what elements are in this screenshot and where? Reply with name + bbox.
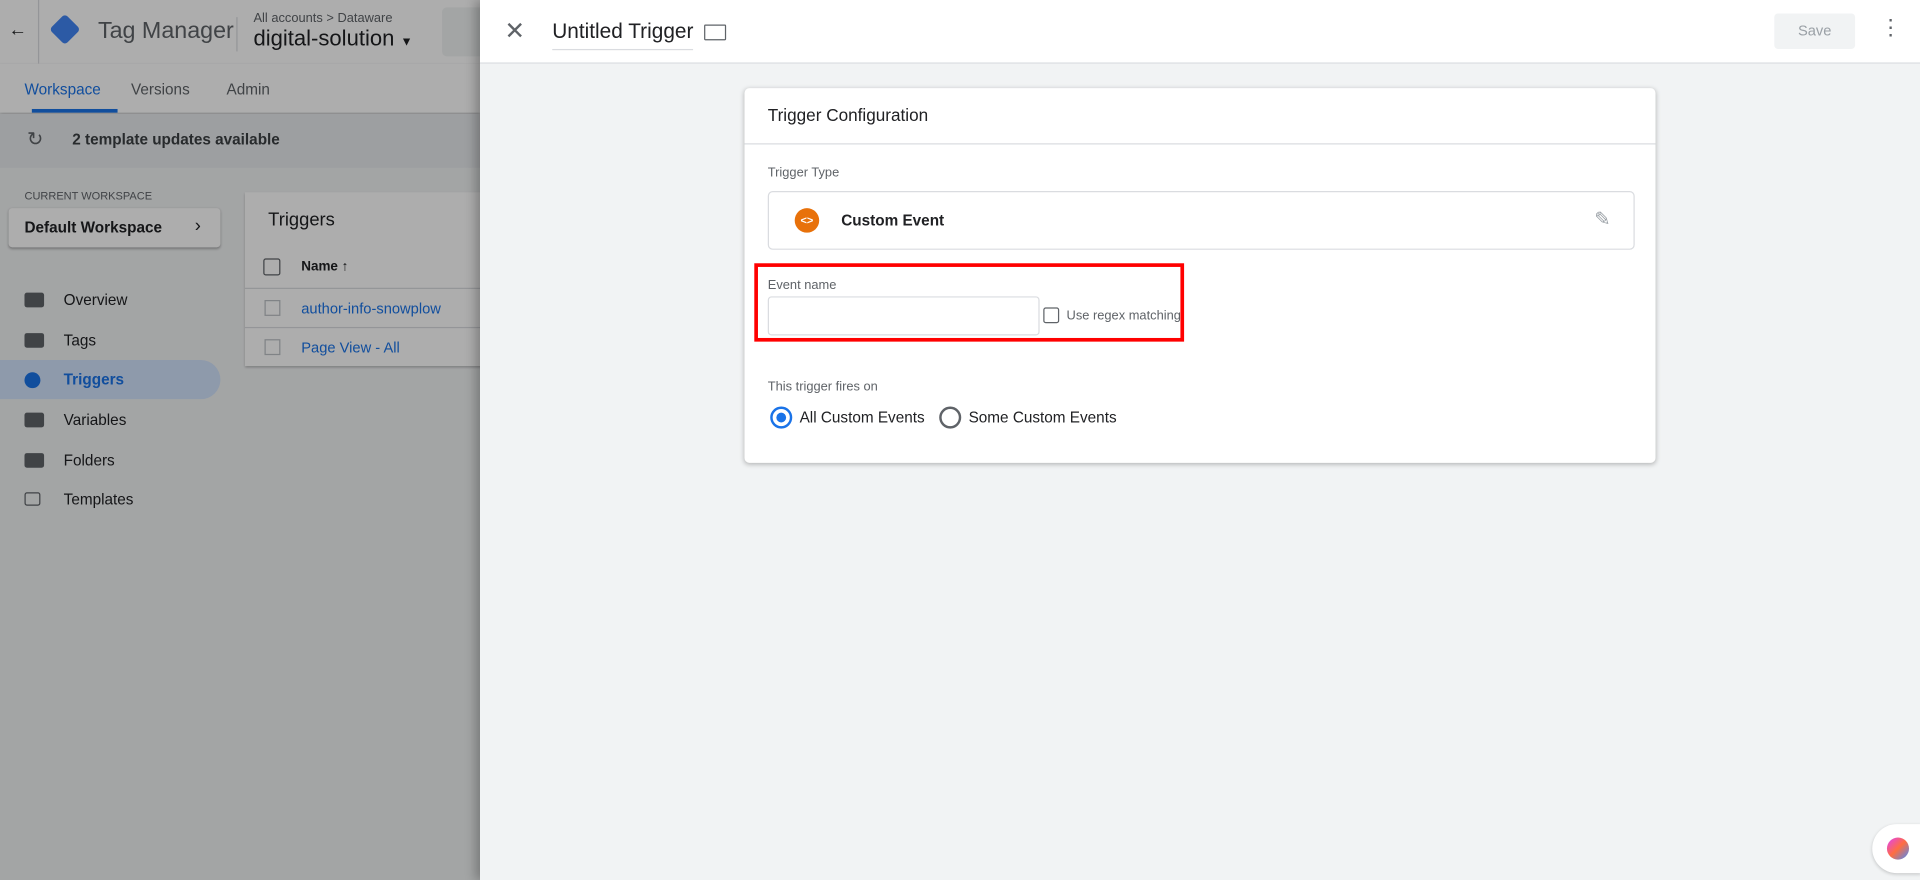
trigger-type-selector[interactable]: <> Custom Event ✎	[767, 191, 1635, 250]
trigger-editor-panel: ✕ Untitled Trigger Save ⋮ Trigger Config…	[480, 0, 1920, 880]
trigger-configuration-card: Trigger Configuration Trigger Type <> Cu…	[744, 88, 1656, 463]
radio-all-custom-events[interactable]	[770, 406, 793, 429]
brain-icon	[1886, 837, 1909, 860]
event-name-input[interactable]	[767, 296, 1040, 336]
modal-scrim[interactable]	[0, 0, 481, 880]
edit-pencil-icon[interactable]: ✎	[1594, 207, 1610, 231]
folder-icon[interactable]	[704, 24, 727, 41]
regex-checkbox[interactable]	[1043, 307, 1060, 324]
trigger-name-field[interactable]: Untitled Trigger	[552, 20, 694, 51]
assistant-brain-button[interactable]	[1872, 824, 1920, 874]
more-options-icon[interactable]: ⋮	[1880, 15, 1902, 41]
panel-header: ✕ Untitled Trigger Save ⋮	[480, 0, 1920, 64]
custom-event-icon: <>	[794, 208, 820, 233]
save-button[interactable]: Save	[1774, 13, 1856, 49]
radio-some-custom-events[interactable]	[939, 406, 962, 429]
background-app: ← Tag Manager All accounts > Dataware di…	[0, 0, 492, 880]
close-icon[interactable]: ✕	[504, 16, 525, 47]
